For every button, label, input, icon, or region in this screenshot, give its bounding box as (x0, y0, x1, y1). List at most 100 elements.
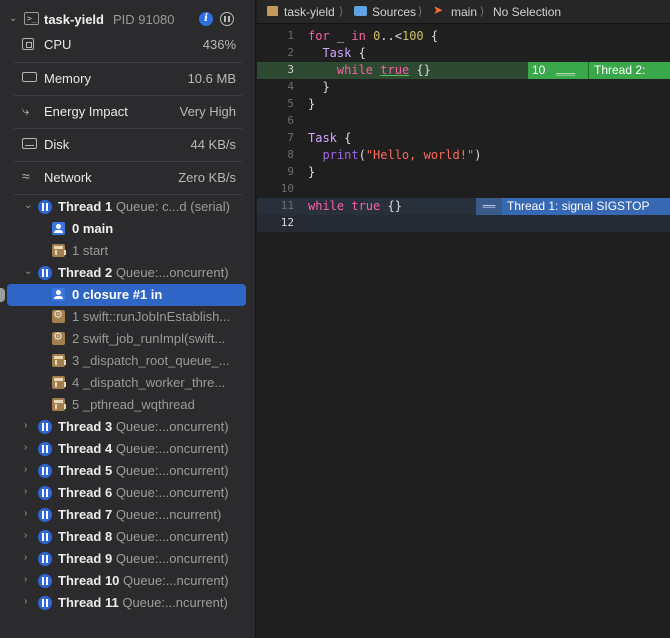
jumpbar-selection[interactable]: No Selection (493, 5, 561, 19)
thread-row[interactable]: › Thread 5 Queue:...oncurrent) (0, 460, 256, 482)
gauge-network[interactable]: Network Zero KB/s (14, 161, 242, 195)
code-line-highlighted[interactable]: 11 while true {} ══ Thread 1: signal SIG… (257, 198, 670, 215)
code-line[interactable]: 6 (257, 113, 670, 130)
gauge-memory[interactable]: Memory 10.6 MB (14, 62, 242, 92)
chevron-right-icon: ⟩ (480, 6, 485, 18)
library-frame-icon (52, 354, 66, 367)
chevron-down-icon[interactable]: ⌄ (24, 266, 32, 277)
frame-row[interactable]: 3 _dispatch_root_queue_... (0, 350, 256, 372)
line-source: while true {} (308, 199, 402, 213)
thread-name: Thread 7 (58, 507, 113, 522)
thread-name: Thread 2 (58, 265, 113, 280)
line-number: 1 (287, 29, 294, 42)
chevron-right-icon[interactable]: › (24, 530, 27, 541)
jumpbar-file[interactable]: main (451, 5, 477, 19)
code-line[interactable]: 9 } (257, 164, 670, 181)
chevron-right-icon[interactable]: › (24, 596, 27, 607)
thread-name: Thread 10 (58, 573, 120, 588)
jumpbar-project[interactable]: task-yield (284, 5, 335, 19)
thread-name: Thread 4 (58, 441, 113, 456)
thread-icon (38, 200, 52, 214)
chevron-right-icon[interactable]: › (24, 420, 27, 431)
chevron-right-icon[interactable]: › (24, 486, 27, 497)
line-number: 6 (287, 114, 294, 127)
code-line[interactable]: 1 for _ in 0..<100 { (257, 28, 670, 45)
code-text: _ (329, 29, 352, 43)
frame-label: 5 _pthread_wqthread (72, 397, 195, 412)
function-name: print (322, 148, 359, 162)
thread-name: Thread 11 (58, 595, 119, 610)
frame-row[interactable]: 1 swift::runJobInEstablish... (0, 306, 256, 328)
frame-row[interactable]: 0 main (0, 218, 256, 240)
thread-annotation-badge[interactable]: Thread 2: (588, 62, 670, 79)
thread-row[interactable]: › Thread 10 Queue:...ncurrent) (0, 570, 256, 592)
energy-icon: ⤷ (22, 103, 30, 118)
chevron-right-icon[interactable]: › (24, 464, 27, 475)
user-frame-icon (52, 288, 65, 301)
thread-row[interactable]: ⌄ Thread 1 Queue: c...d (serial) (0, 196, 256, 218)
jumpbar-folder[interactable]: Sources (372, 5, 416, 19)
line-source: } (308, 97, 316, 111)
frame-row[interactable]: 4 _dispatch_worker_thre... (0, 372, 256, 394)
thread-row[interactable]: › Thread 9 Queue:...oncurrent) (0, 548, 256, 570)
frame-label: 2 swift_job_runImpl(swift... (72, 331, 226, 346)
frame-row[interactable]: 5 _pthread_wqthread (0, 394, 256, 416)
chevron-right-icon[interactable]: › (24, 552, 27, 563)
code-line[interactable]: 4 } (257, 79, 670, 96)
code-line-highlighted[interactable]: 3 while true {} 10 ═══ Thread 2: (257, 62, 670, 79)
gear-icon (52, 330, 65, 345)
type-name: Task (322, 46, 352, 60)
thread-label: Thread 2 Queue:...oncurrent) (58, 265, 229, 280)
chevron-down-icon[interactable]: ⌄ (9, 13, 19, 25)
code-line[interactable]: 10 (257, 181, 670, 198)
number-literal: 100 (401, 29, 424, 43)
code-text: {} (409, 63, 431, 77)
debug-navigator: ⌄ >_ task-yield PID 91080 i CPU 436% Mem… (0, 0, 256, 638)
gauge-energy[interactable]: ⤷ Energy Impact Very High (14, 95, 242, 125)
thread-queue: Queue:...ncurrent) (122, 595, 228, 610)
thread-icon (38, 266, 52, 280)
info-icon[interactable]: i (199, 12, 213, 26)
chevron-right-icon[interactable]: › (24, 442, 27, 453)
frame-row-selected[interactable]: 0 closure #1 in (0, 284, 256, 306)
thread-label: Thread 6 Queue:...oncurrent) (58, 485, 229, 500)
frame-label: 1 swift::runJobInEstablish... (72, 309, 231, 324)
code-line[interactable]: 8 print("Hello, world!") (257, 147, 670, 164)
user-frame-icon (52, 222, 65, 235)
chevron-right-icon[interactable]: › (24, 574, 27, 585)
thread-label: Thread 4 Queue:...oncurrent) (58, 441, 229, 456)
source-editor: task-yield ⟩ Sources ⟩ ➤ main ⟩ No Selec… (257, 0, 670, 638)
type-name: Task (308, 131, 337, 145)
thread-count-badge[interactable]: 10 ═══ (528, 62, 588, 79)
thread-row[interactable]: › Thread 11 Queue:...ncurrent) (0, 592, 256, 614)
thread-row[interactable]: › Thread 3 Queue:...oncurrent) (0, 416, 256, 438)
pause-icon[interactable] (220, 12, 234, 26)
signal-annotation-badge[interactable]: Thread 1: signal SIGSTOP (502, 198, 670, 215)
thread-row[interactable]: › Thread 4 Queue:...oncurrent) (0, 438, 256, 460)
chevron-right-icon[interactable]: › (24, 508, 27, 519)
frame-row[interactable]: 2 swift_job_runImpl(swift... (0, 328, 256, 350)
gauge-value: Very High (179, 104, 236, 119)
chevron-down-icon[interactable]: ⌄ (24, 200, 32, 211)
line-source: Task { (308, 46, 365, 60)
code-line[interactable]: 2 Task { (257, 45, 670, 62)
gauge-cpu[interactable]: CPU 436% (14, 29, 242, 59)
code-line[interactable]: 7 Task { (257, 130, 670, 147)
code-line-current[interactable]: 12 (257, 215, 670, 232)
thread-row[interactable]: ⌄ Thread 2 Queue:...oncurrent) (0, 262, 256, 284)
gauge-value: Zero KB/s (178, 170, 236, 185)
code-text: ) (474, 148, 482, 162)
frame-row[interactable]: 1 start (0, 240, 256, 262)
gauge-disk[interactable]: Disk 44 KB/s (14, 128, 242, 158)
thread-name: Thread 8 (58, 529, 113, 544)
thread-label: Thread 1 Queue: c...d (serial) (58, 199, 230, 214)
thread-row[interactable]: › Thread 7 Queue:...ncurrent) (0, 504, 256, 526)
frame-label: 3 _dispatch_root_queue_... (72, 353, 230, 368)
thread-row[interactable]: › Thread 8 Queue:...oncurrent) (0, 526, 256, 548)
keyword: while (336, 63, 374, 77)
code-line[interactable]: 5 } (257, 96, 670, 113)
lines-icon[interactable]: ══ (476, 198, 502, 215)
thread-row[interactable]: › Thread 6 Queue:...oncurrent) (0, 482, 256, 504)
